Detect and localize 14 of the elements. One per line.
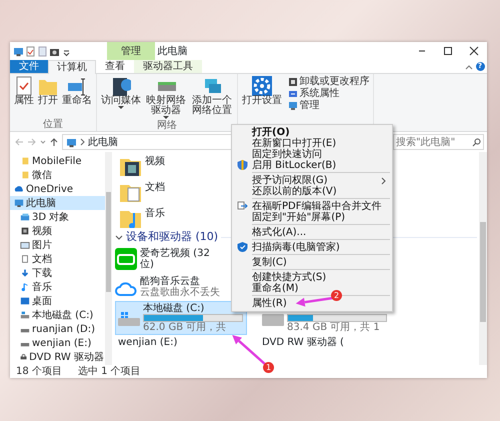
free-space-text: 62.0 GB 可用，共 (143, 322, 226, 333)
group-label: 网络 (156, 120, 178, 131)
window-title: 此电脑 (156, 44, 188, 58)
drive-name: 本地磁盘 (C:) (143, 303, 206, 314)
drive-name: wenjian (E:) (118, 337, 178, 348)
drive-name: DVD RW 驱动器 ( (262, 337, 344, 348)
context-tab-label: 管理 (107, 42, 155, 60)
status-text: 选中 1 个项目 (78, 365, 141, 378)
status-text: 18 个项目 (16, 365, 62, 378)
app-description: 云盘歌曲永不丢失 (140, 287, 220, 298)
group-label: 位置 (42, 119, 64, 130)
app-name: 爱奇艺视频 (32 位) (140, 248, 211, 270)
app-name: 酷狗音乐云盘 (140, 276, 200, 287)
free-space-text: 83.4 GB 可用，共 1 (287, 322, 380, 332)
